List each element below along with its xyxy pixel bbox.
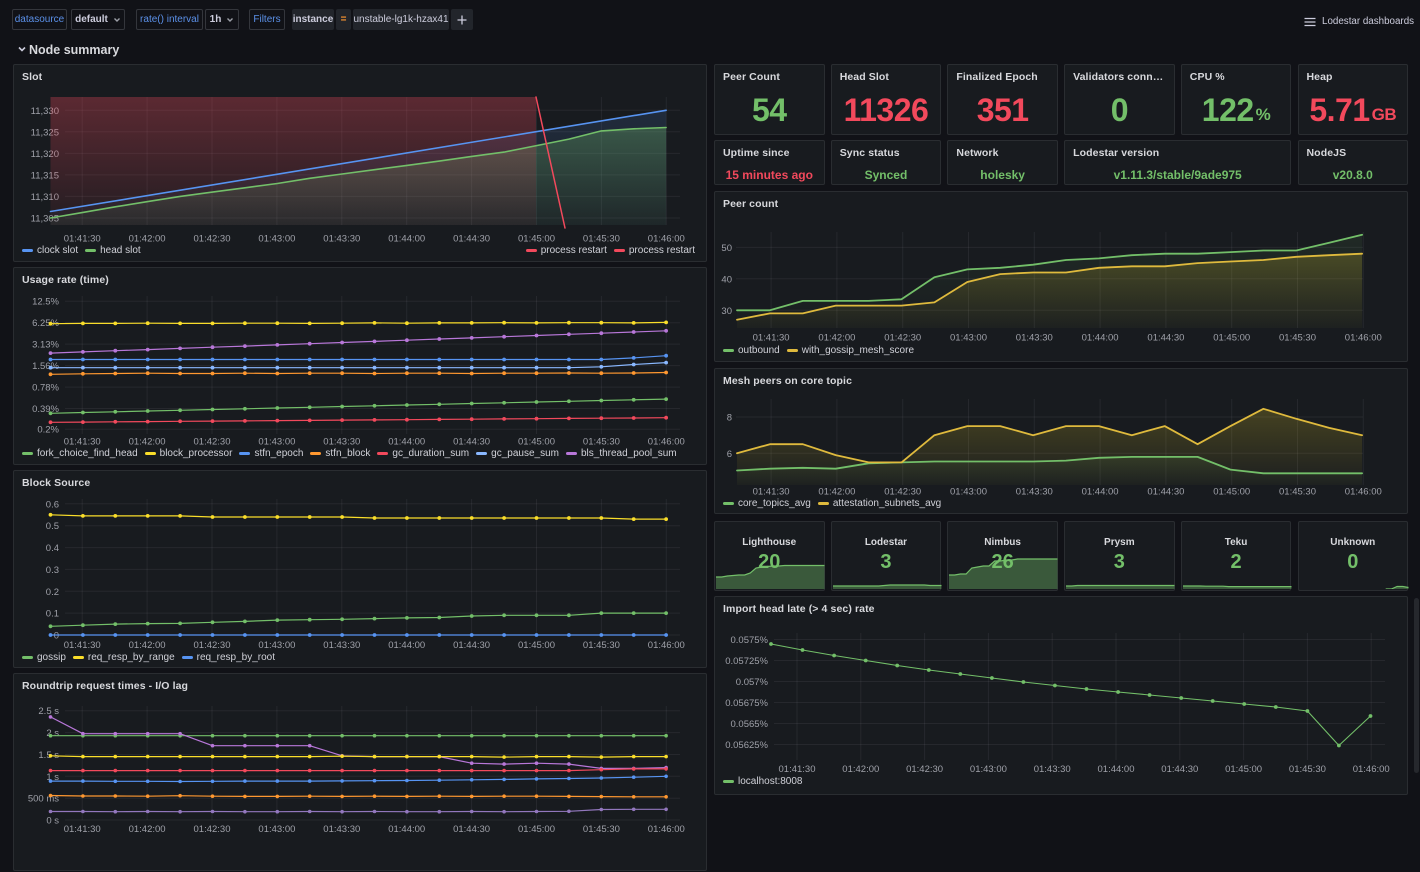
svg-text:01:44:30: 01:44:30 xyxy=(453,824,490,835)
svg-text:01:44:00: 01:44:00 xyxy=(388,640,425,651)
svg-text:01:44:00: 01:44:00 xyxy=(388,234,425,245)
svg-text:01:43:00: 01:43:00 xyxy=(970,764,1007,775)
svg-text:01:46:00: 01:46:00 xyxy=(648,234,685,245)
svg-text:01:46:00: 01:46:00 xyxy=(648,640,685,651)
svg-text:01:41:30: 01:41:30 xyxy=(64,234,101,245)
svg-text:30: 30 xyxy=(721,306,732,317)
svg-text:01:43:00: 01:43:00 xyxy=(258,824,295,835)
svg-text:01:46:00: 01:46:00 xyxy=(648,437,685,448)
svg-text:0.05625%: 0.05625% xyxy=(725,740,768,751)
svg-text:01:44:30: 01:44:30 xyxy=(1147,487,1184,498)
svg-text:01:45:00: 01:45:00 xyxy=(1213,333,1250,344)
svg-text:01:43:00: 01:43:00 xyxy=(258,234,295,245)
svg-text:01:42:00: 01:42:00 xyxy=(818,487,855,498)
svg-text:8: 8 xyxy=(727,413,732,424)
svg-text:01:44:30: 01:44:30 xyxy=(1147,333,1184,344)
svg-text:01:43:30: 01:43:30 xyxy=(1016,487,1053,498)
svg-text:01:42:00: 01:42:00 xyxy=(842,764,879,775)
svg-text:01:43:30: 01:43:30 xyxy=(1034,764,1071,775)
svg-text:01:44:00: 01:44:00 xyxy=(388,824,425,835)
svg-text:01:42:00: 01:42:00 xyxy=(129,640,166,651)
svg-text:01:44:00: 01:44:00 xyxy=(1082,333,1119,344)
svg-text:01:44:30: 01:44:30 xyxy=(453,640,490,651)
svg-text:0 s: 0 s xyxy=(46,816,59,827)
svg-text:2.5 s: 2.5 s xyxy=(38,706,59,717)
svg-text:01:43:00: 01:43:00 xyxy=(950,487,987,498)
svg-text:01:44:30: 01:44:30 xyxy=(453,437,490,448)
svg-text:0.2: 0.2 xyxy=(46,587,59,598)
svg-text:01:43:00: 01:43:00 xyxy=(950,333,987,344)
svg-text:12.5%: 12.5% xyxy=(32,297,59,308)
svg-text:01:46:00: 01:46:00 xyxy=(1345,333,1382,344)
svg-text:01:42:30: 01:42:30 xyxy=(884,333,921,344)
svg-text:01:45:30: 01:45:30 xyxy=(1279,333,1316,344)
svg-text:01:42:30: 01:42:30 xyxy=(194,234,231,245)
svg-text:1.56%: 1.56% xyxy=(32,361,59,372)
svg-text:0.057%: 0.057% xyxy=(736,677,769,688)
svg-text:01:44:00: 01:44:00 xyxy=(1082,487,1119,498)
svg-text:0.4: 0.4 xyxy=(46,543,59,554)
svg-text:01:45:30: 01:45:30 xyxy=(583,640,620,651)
svg-text:01:43:30: 01:43:30 xyxy=(323,234,360,245)
svg-text:01:42:00: 01:42:00 xyxy=(129,234,166,245)
svg-text:01:45:00: 01:45:00 xyxy=(518,640,555,651)
svg-text:40: 40 xyxy=(721,274,732,285)
svg-text:01:45:30: 01:45:30 xyxy=(1289,764,1326,775)
svg-text:01:42:30: 01:42:30 xyxy=(906,764,943,775)
svg-text:6: 6 xyxy=(727,449,732,460)
svg-text:01:45:00: 01:45:00 xyxy=(1225,764,1262,775)
svg-text:0.5: 0.5 xyxy=(46,521,59,532)
svg-text:01:44:30: 01:44:30 xyxy=(1161,764,1198,775)
svg-text:01:45:00: 01:45:00 xyxy=(518,824,555,835)
svg-text:01:42:30: 01:42:30 xyxy=(194,640,231,651)
svg-text:01:43:30: 01:43:30 xyxy=(323,824,360,835)
svg-text:01:44:00: 01:44:00 xyxy=(388,437,425,448)
svg-text:01:45:30: 01:45:30 xyxy=(583,234,620,245)
svg-text:0.3: 0.3 xyxy=(46,565,59,576)
svg-text:0.0575%: 0.0575% xyxy=(730,635,768,646)
svg-text:01:46:00: 01:46:00 xyxy=(1353,764,1390,775)
svg-text:0.6: 0.6 xyxy=(46,499,59,510)
svg-text:0.1: 0.1 xyxy=(46,609,59,620)
svg-text:01:41:30: 01:41:30 xyxy=(779,764,816,775)
svg-text:01:43:30: 01:43:30 xyxy=(323,640,360,651)
svg-text:01:45:30: 01:45:30 xyxy=(1279,487,1316,498)
svg-text:01:43:00: 01:43:00 xyxy=(258,437,295,448)
svg-text:0.0565%: 0.0565% xyxy=(730,719,768,730)
svg-text:01:44:00: 01:44:00 xyxy=(1098,764,1135,775)
svg-text:01:45:00: 01:45:00 xyxy=(1213,487,1250,498)
svg-text:01:46:00: 01:46:00 xyxy=(648,824,685,835)
svg-text:0.05675%: 0.05675% xyxy=(725,698,768,709)
svg-text:0.2%: 0.2% xyxy=(37,425,59,436)
svg-text:01:42:00: 01:42:00 xyxy=(818,333,855,344)
svg-text:01:41:30: 01:41:30 xyxy=(753,333,790,344)
svg-text:01:41:30: 01:41:30 xyxy=(753,487,790,498)
svg-text:01:42:30: 01:42:30 xyxy=(194,437,231,448)
svg-text:3.13%: 3.13% xyxy=(32,340,59,351)
svg-text:01:44:30: 01:44:30 xyxy=(453,234,490,245)
svg-text:0.05725%: 0.05725% xyxy=(725,656,768,667)
svg-text:50: 50 xyxy=(721,243,732,254)
svg-text:01:45:00: 01:45:00 xyxy=(518,234,555,245)
svg-text:01:41:30: 01:41:30 xyxy=(64,437,101,448)
svg-text:01:45:30: 01:45:30 xyxy=(583,824,620,835)
svg-text:01:45:00: 01:45:00 xyxy=(518,437,555,448)
svg-text:01:43:30: 01:43:30 xyxy=(323,437,360,448)
svg-text:2 s: 2 s xyxy=(46,728,59,739)
svg-text:01:42:00: 01:42:00 xyxy=(129,824,166,835)
svg-text:01:42:00: 01:42:00 xyxy=(129,437,166,448)
svg-text:01:41:30: 01:41:30 xyxy=(64,640,101,651)
svg-text:01:46:00: 01:46:00 xyxy=(1345,487,1382,498)
svg-text:01:43:00: 01:43:00 xyxy=(258,640,295,651)
svg-text:01:42:30: 01:42:30 xyxy=(884,487,921,498)
svg-text:01:45:30: 01:45:30 xyxy=(583,437,620,448)
svg-text:0: 0 xyxy=(54,631,59,642)
svg-text:01:42:30: 01:42:30 xyxy=(194,824,231,835)
svg-text:01:43:30: 01:43:30 xyxy=(1016,333,1053,344)
svg-text:01:41:30: 01:41:30 xyxy=(64,824,101,835)
svg-text:0.78%: 0.78% xyxy=(32,383,59,394)
